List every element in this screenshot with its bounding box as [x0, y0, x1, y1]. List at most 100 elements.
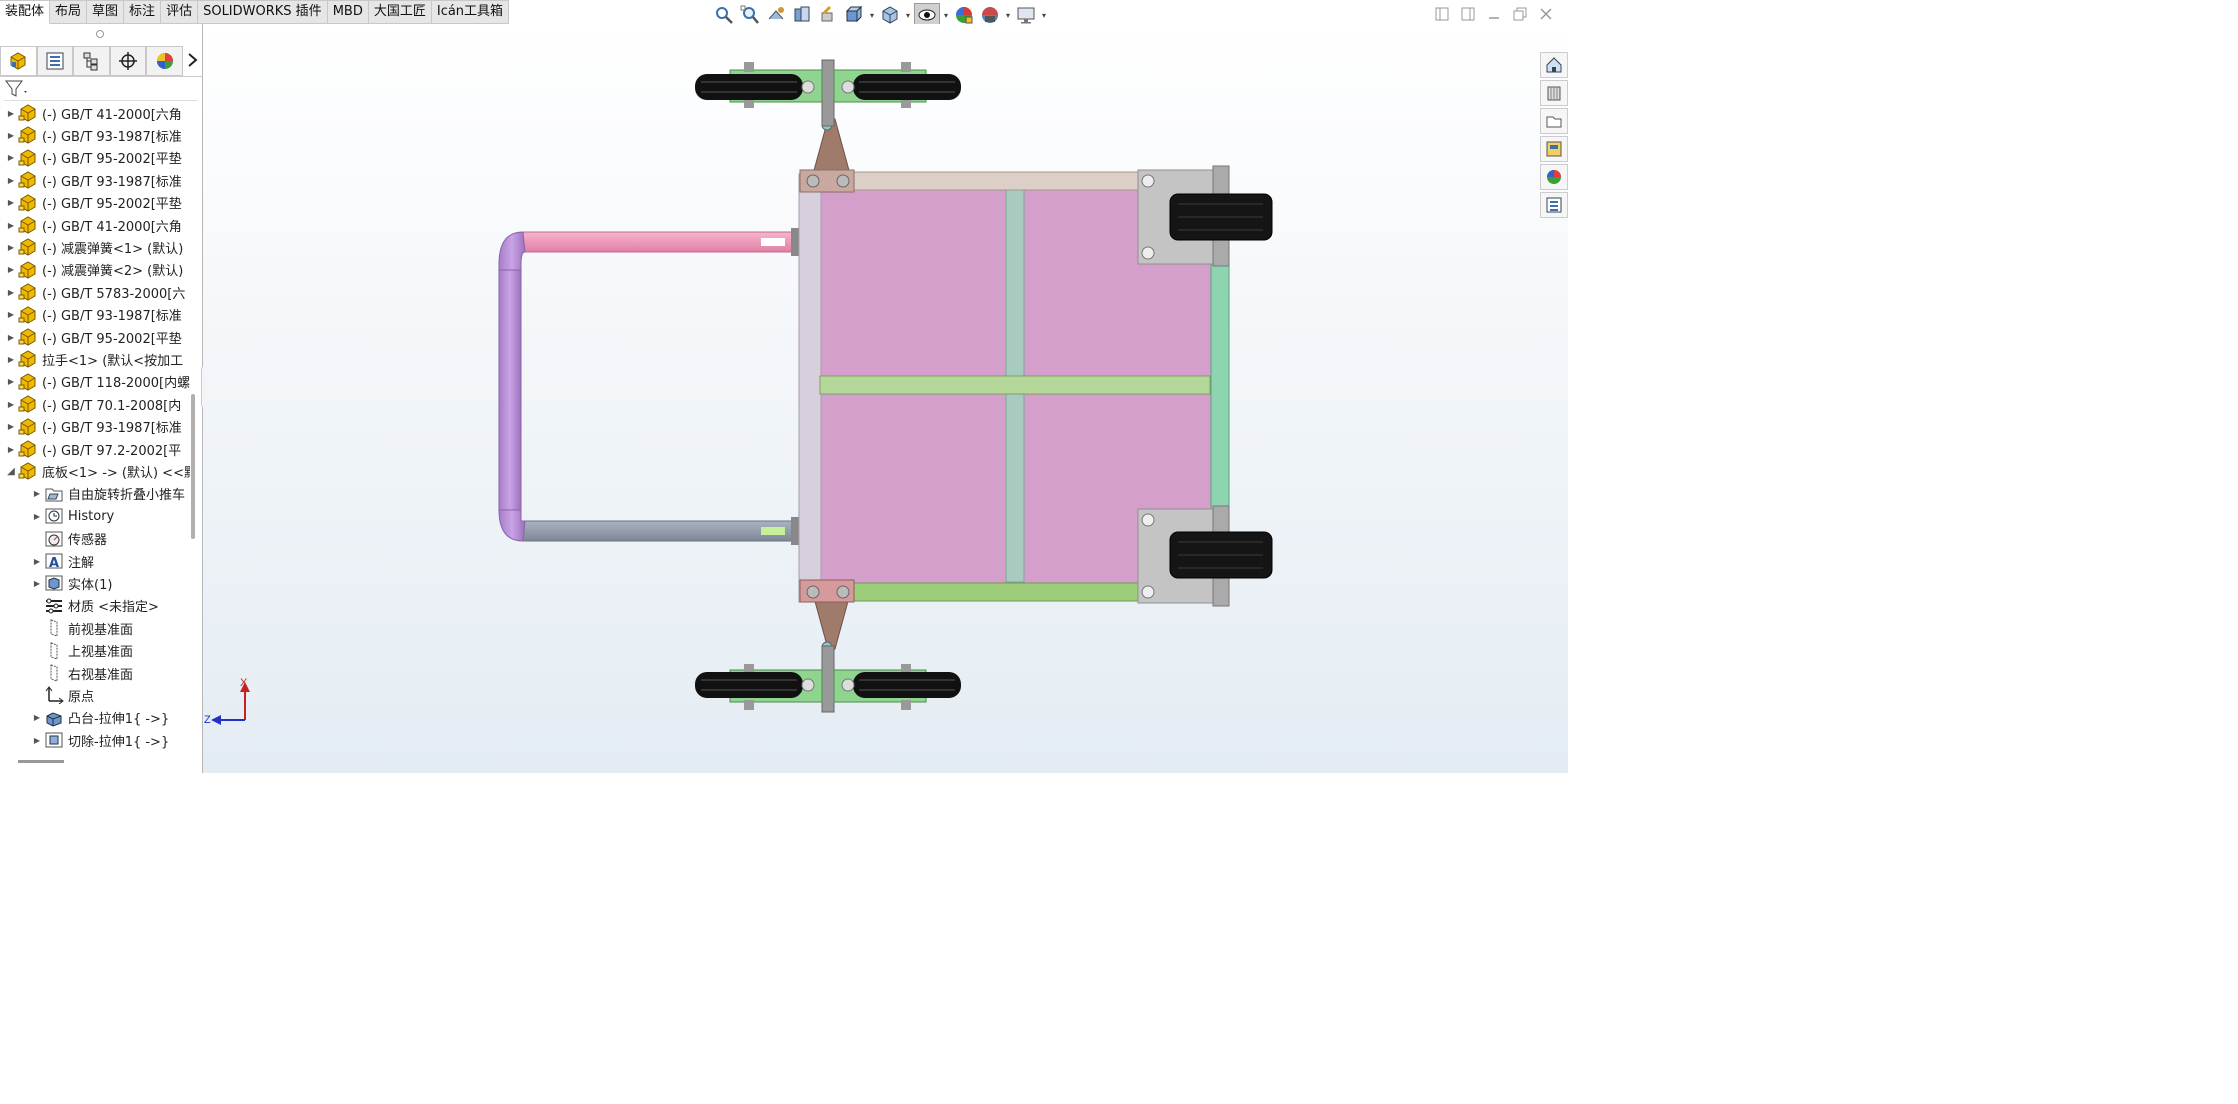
- tree-item[interactable]: 前视基准面: [0, 617, 190, 639]
- expanded-arrow-icon[interactable]: ◢: [6, 466, 16, 477]
- graphics-viewport[interactable]: X Z: [203, 24, 1568, 773]
- tree-item[interactable]: ▶ (-) GB/T 97.2-2002[平: [0, 438, 190, 460]
- tree-item[interactable]: ▶ (-) 减震弹簧<2> (默认): [0, 259, 190, 281]
- expand-arrow-icon[interactable]: ▶: [6, 445, 16, 454]
- tree-item[interactable]: ▶ (-) GB/T 41-2000[六角: [0, 102, 190, 124]
- expand-arrow-icon[interactable]: ▶: [6, 333, 16, 342]
- expand-arrow-icon[interactable]: ▶: [6, 176, 16, 185]
- expand-arrow-icon[interactable]: ▶: [32, 736, 42, 745]
- custom-properties-icon[interactable]: [1540, 192, 1568, 218]
- expand-arrow-icon[interactable]: ▶: [6, 265, 16, 274]
- command-tab[interactable]: SOLIDWORKS 插件: [198, 0, 328, 24]
- tree-item[interactable]: ▶ (-) 减震弹簧<1> (默认): [0, 236, 190, 258]
- command-tab[interactable]: 标注: [124, 0, 162, 24]
- tree-item[interactable]: ▶ (-) GB/T 95-2002[平垫: [0, 192, 190, 214]
- previous-view-icon[interactable]: [764, 4, 788, 26]
- tree-item[interactable]: ▶ (-) GB/T 95-2002[平垫: [0, 326, 190, 348]
- tree-filter[interactable]: [4, 78, 198, 101]
- expand-arrow-icon[interactable]: ▶: [32, 713, 42, 722]
- displaymanager-tab[interactable]: [146, 46, 183, 76]
- tree-item[interactable]: ▶ (-) GB/T 118-2000[内螺: [0, 371, 190, 393]
- chevron-down-icon[interactable]: ▾: [1040, 11, 1048, 20]
- tree-item[interactable]: ▶ 拉手<1> (默认<按加工: [0, 348, 190, 370]
- tree-item[interactable]: 传感器: [0, 528, 190, 550]
- cart-model-view[interactable]: X Z: [203, 24, 1568, 773]
- expand-arrow-icon[interactable]: ▶: [6, 400, 16, 409]
- view-settings-icon[interactable]: [1014, 4, 1038, 26]
- filter-icon[interactable]: [4, 78, 30, 100]
- expand-arrow-icon[interactable]: ▶: [6, 109, 16, 118]
- expand-arrow-icon[interactable]: ▶: [32, 579, 42, 588]
- file-explorer-icon[interactable]: [1540, 136, 1568, 162]
- expand-arrow-icon[interactable]: ▶: [6, 310, 16, 319]
- section-view-icon[interactable]: [790, 4, 814, 26]
- expand-arrow-icon[interactable]: ▶: [32, 557, 42, 566]
- command-tab[interactable]: 大国工匠: [368, 0, 432, 24]
- tree-item[interactable]: 原点: [0, 684, 190, 706]
- tree-item[interactable]: ▶ (-) GB/T 93-1987[标准: [0, 304, 190, 326]
- tree-item[interactable]: ▶ History: [0, 505, 190, 527]
- tree-item[interactable]: ▶ (-) GB/T 41-2000[六角: [0, 214, 190, 236]
- tree-item[interactable]: ◢ 底板<1> -> (默认) <<默: [0, 460, 190, 482]
- tree-item[interactable]: ▶ (-) GB/T 5783-2000[六: [0, 281, 190, 303]
- configurationmanager-tab[interactable]: [73, 46, 110, 76]
- chevron-right-icon[interactable]: [182, 46, 203, 74]
- close-icon[interactable]: [1536, 4, 1556, 24]
- appearances-icon[interactable]: [1540, 164, 1568, 190]
- expand-arrow-icon[interactable]: ▶: [6, 153, 16, 162]
- command-tab[interactable]: 布局: [50, 0, 88, 24]
- base-plate[interactable]: [798, 165, 1273, 607]
- tree-item[interactable]: ▶ A 注解: [0, 550, 190, 572]
- expand-arrow-icon[interactable]: ▶: [6, 377, 16, 386]
- restore-right-icon[interactable]: [1458, 4, 1478, 24]
- view-orientation-icon[interactable]: [842, 4, 866, 26]
- tree-item[interactable]: ▶ 实体(1): [0, 572, 190, 594]
- tree-vertical-scrollbar[interactable]: [191, 394, 195, 539]
- expand-arrow-icon[interactable]: ▶: [6, 355, 16, 364]
- restore-icon[interactable]: [1510, 4, 1530, 24]
- tree-item[interactable]: 材质 <未指定>: [0, 595, 190, 617]
- expand-arrow-icon[interactable]: ▶: [6, 221, 16, 230]
- home-icon[interactable]: [1540, 52, 1568, 78]
- propertymanager-tab[interactable]: [36, 46, 74, 76]
- expand-arrow-icon[interactable]: ▶: [32, 489, 42, 498]
- chevron-down-icon[interactable]: ▾: [904, 11, 912, 20]
- expand-arrow-icon[interactable]: ▶: [6, 198, 16, 207]
- expand-arrow-icon[interactable]: ▶: [6, 131, 16, 140]
- chevron-down-icon[interactable]: ▾: [1004, 11, 1012, 20]
- tree-item[interactable]: 上视基准面: [0, 640, 190, 662]
- tree-item[interactable]: ▶ (-) GB/T 93-1987[标准: [0, 169, 190, 191]
- tree-item[interactable]: ▶ 自由旋转折叠小推车: [0, 483, 190, 505]
- tree-item[interactable]: ▶ (-) GB/T 95-2002[平垫: [0, 147, 190, 169]
- command-tab[interactable]: MBD: [327, 0, 369, 24]
- expand-arrow-icon[interactable]: ▶: [6, 288, 16, 297]
- panel-grip-handle[interactable]: [96, 30, 104, 38]
- tree-horizontal-scrollbar[interactable]: [18, 760, 64, 763]
- expand-arrow-icon[interactable]: ▶: [32, 512, 42, 521]
- display-style-icon[interactable]: [878, 4, 902, 26]
- expand-arrow-icon[interactable]: ▶: [6, 243, 16, 252]
- restore-left-icon[interactable]: [1432, 4, 1452, 24]
- dynamic-annotation-icon[interactable]: [816, 4, 840, 26]
- edit-appearance-icon[interactable]: [952, 4, 976, 26]
- resources-icon[interactable]: [1540, 80, 1568, 106]
- tree-item[interactable]: ▶ 凸台-拉伸1{ ->}: [0, 707, 190, 729]
- command-tab[interactable]: 装配体: [0, 0, 51, 24]
- tree-item[interactable]: 右视基准面: [0, 662, 190, 684]
- chevron-down-icon[interactable]: ▾: [942, 11, 950, 20]
- zoom-to-area-icon[interactable]: [738, 4, 762, 26]
- command-tab[interactable]: 草图: [87, 0, 125, 24]
- command-tab[interactable]: 评估: [161, 0, 199, 24]
- design-library-icon[interactable]: [1540, 108, 1568, 134]
- minimize-icon[interactable]: [1484, 4, 1504, 24]
- tree-item[interactable]: ▶ 切除-拉伸1{ ->}: [0, 729, 190, 751]
- tree-item[interactable]: ▶ (-) GB/T 93-1987[标准: [0, 124, 190, 146]
- zoom-to-fit-icon[interactable]: [712, 4, 736, 26]
- dimxpert-tab[interactable]: [109, 46, 147, 76]
- tree-item[interactable]: ▶ (-) GB/T 93-1987[标准: [0, 416, 190, 438]
- tree-item[interactable]: ▶ (-) GB/T 70.1-2008[内: [0, 393, 190, 415]
- chevron-down-icon[interactable]: ▾: [868, 11, 876, 20]
- apply-scene-icon[interactable]: [978, 4, 1002, 26]
- featuremanager-tab[interactable]: [0, 46, 37, 76]
- expand-arrow-icon[interactable]: ▶: [6, 422, 16, 431]
